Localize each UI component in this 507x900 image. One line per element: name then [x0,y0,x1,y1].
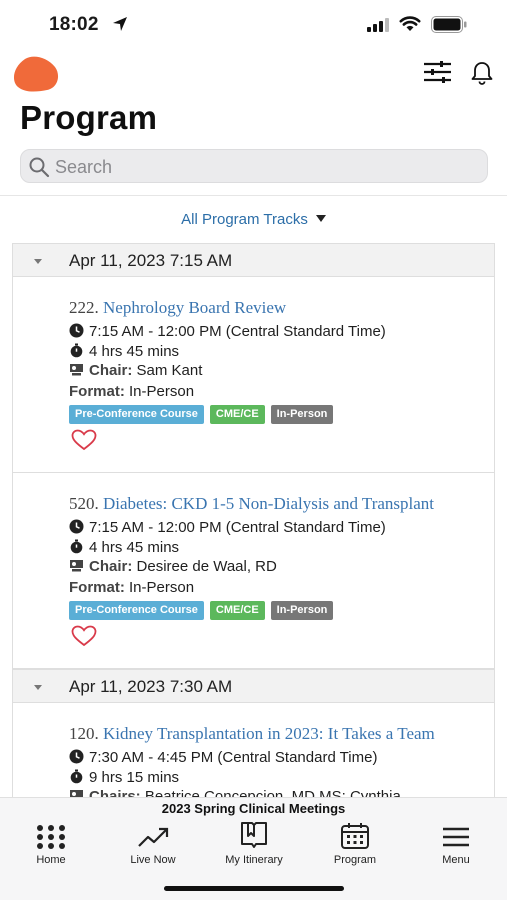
session-duration: 4 hrs 45 mins [69,343,179,360]
tab-menu-label: Menu [442,854,470,866]
session-list[interactable]: Apr 11, 2023 7:15 AM 222. Nephrology Boa… [12,243,495,797]
stopwatch-icon [70,769,83,784]
favorite-heart-icon[interactable] [71,625,97,647]
session-format: Format: In-Person [69,579,194,596]
session-chair: Chairs: Beatrice Concepcion, MD MS; Cynt… [69,788,401,797]
calendar-icon [341,823,369,849]
search-icon [29,157,50,178]
chair-person-icon [70,560,83,572]
session-duration-text: 4 hrs 45 mins [89,539,180,556]
clock-icon [69,323,84,338]
tab-live-now-label: Live Now [130,854,176,866]
date-group-title: Apr 11, 2023 7:15 AM [69,251,233,270]
stopwatch-icon [70,539,83,554]
badge-cme-ce: CME/CE [209,601,265,620]
session-title-row[interactable]: 520. Diabetes: CKD 1-5 Non-Dialysis and … [69,494,434,514]
session-number: 222. [69,298,99,317]
collapse-caret-icon[interactable] [34,685,42,690]
divider [0,195,507,196]
page-title: Program [20,99,158,136]
session-title-row[interactable]: 222. Nephrology Board Review [69,298,286,318]
session-time-text: 7:15 AM - 12:00 PM (Central Standard Tim… [89,323,386,340]
status-time: 18:02 [49,14,99,35]
format-value: In-Person [129,579,195,596]
session-format: Format: In-Person [69,383,194,400]
search-bar[interactable] [20,149,488,183]
chair-person-icon [70,790,83,797]
session-title-row[interactable]: 120. Kidney Transplantation in 2023: It … [69,724,435,744]
session-card[interactable]: 222. Nephrology Board Review 7:15 AM - 1… [13,277,494,473]
conference-name: 2023 Spring Clinical Meetings [161,801,346,816]
format-label: Format: [69,383,125,400]
status-bar: 18:02 [0,0,507,48]
clock-icon [69,519,84,534]
filter-sliders-icon[interactable] [423,60,452,84]
format-value: In-Person [129,383,195,400]
tab-menu[interactable]: Menu [406,824,506,866]
session-card[interactable]: 120. Kidney Transplantation in 2023: It … [13,703,494,797]
format-label: Format: [69,579,125,596]
session-time: 7:15 AM - 12:00 PM (Central Standard Tim… [69,519,386,536]
session-badges: Pre-Conference Course CME/CE In-Person [69,405,334,424]
date-group-title: Apr 11, 2023 7:30 AM [69,677,233,696]
app-logo[interactable] [11,55,59,93]
chair-name: Beatrice Concepcion, MD MS; Cynthia [144,788,401,797]
chair-person-icon [70,364,83,376]
badge-pre-conference: Pre-Conference Course [69,601,204,620]
session-badges: Pre-Conference Course CME/CE In-Person [69,601,334,620]
tab-home[interactable]: Home [1,824,101,866]
chair-name: Desiree de Waal, RD [136,558,277,575]
chair-name: Sam Kant [136,362,203,379]
session-duration-text: 9 hrs 15 mins [89,769,180,786]
clock-icon [69,749,84,764]
program-tracks-dropdown[interactable]: All Program Tracks [0,211,507,228]
session-number: 520. [69,494,99,513]
home-indicator[interactable] [164,886,344,891]
cellular-signal-icon [367,18,389,32]
collapse-caret-icon[interactable] [34,259,42,264]
badge-pre-conference: Pre-Conference Course [69,405,204,424]
session-time-text: 7:15 AM - 12:00 PM (Central Standard Tim… [89,519,386,536]
grid-dots-icon [37,825,65,849]
trending-up-icon [138,827,169,847]
session-title-link[interactable]: Kidney Transplantation in 2023: It Takes… [103,724,435,743]
session-card[interactable]: 520. Diabetes: CKD 1-5 Non-Dialysis and … [13,473,494,669]
battery-icon [431,16,467,33]
session-chair: Chair: Desiree de Waal, RD [69,558,277,575]
session-duration: 9 hrs 15 mins [69,769,179,786]
session-number: 120. [69,724,99,743]
caret-down-icon [315,215,326,222]
tab-my-itinerary-label: My Itinerary [225,854,283,866]
program-tracks-label: All Program Tracks [181,211,308,228]
chair-label: Chair: [89,362,133,379]
session-duration: 4 hrs 45 mins [69,539,179,556]
search-input[interactable] [55,154,475,180]
session-title-link[interactable]: Diabetes: CKD 1-5 Non-Dialysis and Trans… [103,494,434,513]
location-arrow-icon [113,17,127,31]
badge-in-person: In-Person [270,601,334,620]
badge-cme-ce: CME/CE [209,405,265,424]
chair-label: Chairs: [89,788,141,797]
tab-program[interactable]: Program [305,823,405,866]
wifi-icon [399,16,421,31]
bell-icon[interactable] [470,60,494,85]
session-chair: Chair: Sam Kant [69,362,202,379]
tab-program-label: Program [333,854,377,866]
date-group-header[interactable]: Apr 11, 2023 7:30 AM [13,669,494,703]
stopwatch-icon [70,343,83,358]
hamburger-menu-icon [443,827,469,847]
date-group-header[interactable]: Apr 11, 2023 7:15 AM [13,243,494,277]
tab-live-now[interactable]: Live Now [103,824,203,866]
session-time-text: 7:30 AM - 4:45 PM (Central Standard Time… [89,749,378,766]
session-time: 7:15 AM - 12:00 PM (Central Standard Tim… [69,323,386,340]
favorite-heart-icon[interactable] [71,429,97,451]
bookmark-book-icon [241,822,267,848]
session-duration-text: 4 hrs 45 mins [89,343,180,360]
session-title-link[interactable]: Nephrology Board Review [103,298,286,317]
tab-my-itinerary[interactable]: My Itinerary [204,822,304,866]
tab-home-label: Home [36,854,66,866]
session-time: 7:30 AM - 4:45 PM (Central Standard Time… [69,749,377,766]
badge-in-person: In-Person [270,405,334,424]
chair-label: Chair: [89,558,133,575]
